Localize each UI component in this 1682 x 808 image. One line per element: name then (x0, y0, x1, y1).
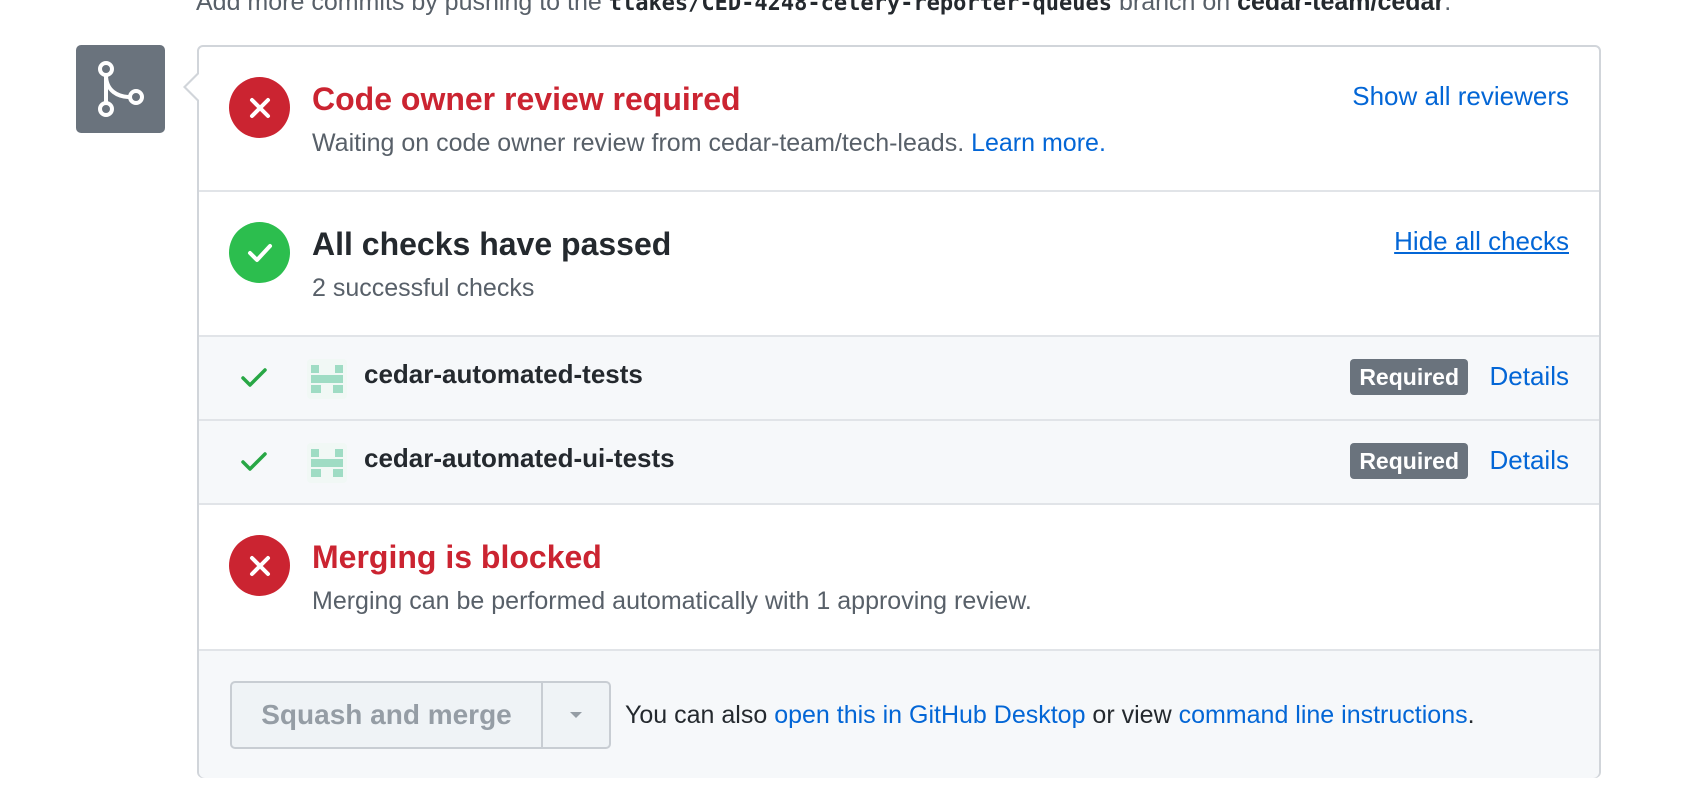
merge-status-panel: Code owner review required Waiting on co… (197, 45, 1601, 778)
git-merge-icon (76, 45, 165, 133)
check-row: cedar-automated-tests Required Details (199, 337, 1599, 421)
check-name: cedar-automated-tests (364, 359, 643, 389)
hide-all-checks-link[interactable]: Hide all checks (1394, 226, 1569, 257)
app-avatar-icon (307, 359, 347, 399)
review-title: Code owner review required (312, 81, 741, 117)
review-description-text: Waiting on code owner review from cedar-… (312, 129, 972, 157)
app-avatar-icon (307, 443, 347, 483)
merge-action-section: Squash and merge You can also open this … (199, 651, 1599, 778)
check-row: cedar-automated-ui-tests Required Detail… (199, 421, 1599, 505)
checks-description: 2 successful checks (312, 274, 535, 302)
merging-blocked-section: Merging is blocked Merging can be perfor… (199, 505, 1599, 651)
push-hint-middle: branch on (1112, 0, 1238, 16)
merge-button-group: Squash and merge (230, 681, 611, 749)
push-hint-prefix: Add more commits by pushing to the (196, 0, 609, 16)
check-icon (229, 222, 290, 283)
required-badge: Required (1350, 443, 1468, 479)
repo-name: cedar-team/cedar (1237, 0, 1445, 16)
check-icon (241, 451, 267, 478)
required-badge: Required (1350, 359, 1468, 395)
merge-help-suffix: . (1467, 701, 1475, 729)
checks-title: All checks have passed (312, 226, 672, 262)
show-all-reviewers-link[interactable]: Show all reviewers (1352, 81, 1569, 112)
merge-help-middle: or view (1085, 701, 1179, 729)
check-name: cedar-automated-ui-tests (364, 443, 675, 473)
blocked-title: Merging is blocked (312, 539, 602, 575)
blocked-description: Merging can be performed automatically w… (312, 587, 1032, 615)
x-icon (229, 535, 290, 596)
checks-section: All checks have passed 2 successful chec… (199, 192, 1599, 337)
squash-and-merge-button[interactable]: Squash and merge (232, 683, 543, 747)
details-link[interactable]: Details (1490, 445, 1569, 476)
details-link[interactable]: Details (1490, 361, 1569, 392)
review-description: Waiting on code owner review from cedar-… (312, 129, 1106, 158)
branch-name: tlakes/CED-4248-celery-reporter-queues (608, 0, 1113, 16)
command-line-instructions-link[interactable]: command line instructions (1179, 701, 1468, 729)
push-hint-suffix: . (1444, 0, 1452, 16)
push-hint: Add more commits by pushing to the tlake… (196, 0, 1451, 17)
merge-help-text: You can also open this in GitHub Desktop… (625, 701, 1475, 730)
github-desktop-link[interactable]: open this in GitHub Desktop (774, 701, 1085, 729)
caret-down-icon[interactable] (543, 683, 609, 747)
code-owner-review-section: Code owner review required Waiting on co… (199, 47, 1599, 192)
check-icon (241, 367, 267, 394)
merge-help-prefix: You can also (625, 701, 775, 729)
panel-pointer-inner (186, 74, 199, 100)
learn-more-link[interactable]: Learn more. (971, 129, 1106, 157)
x-icon (229, 77, 290, 138)
